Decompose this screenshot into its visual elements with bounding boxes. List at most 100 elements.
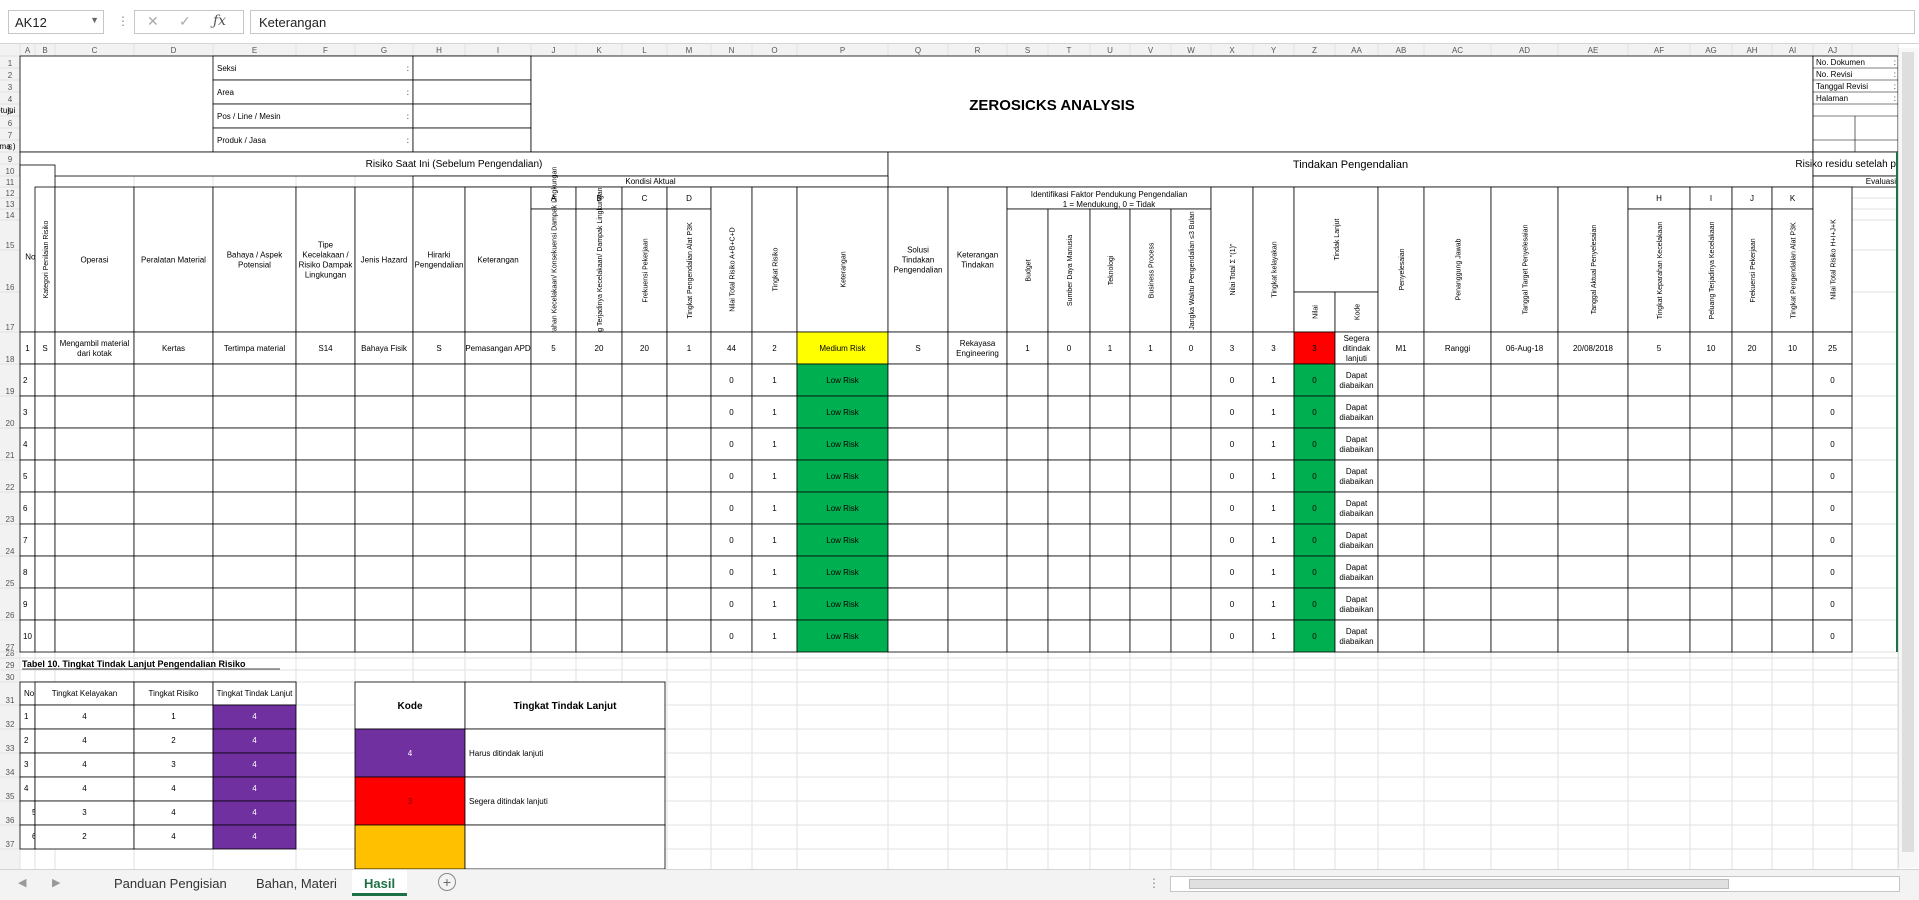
enter-icon[interactable]: ✓ <box>179 13 191 30</box>
row-empty <box>887 587 949 621</box>
row-header-17[interactable]: 17 <box>6 323 15 332</box>
add-sheet-icon[interactable]: + <box>438 873 456 891</box>
column-header-ae[interactable]: AE <box>1588 46 1599 55</box>
row-empty <box>1089 523 1131 557</box>
column-header-k[interactable]: K <box>596 46 602 55</box>
tab-hasil[interactable]: Hasil <box>352 870 408 896</box>
row-header-2[interactable]: 2 <box>8 71 13 80</box>
row-header-6[interactable]: 6 <box>8 119 13 128</box>
row-header-23[interactable]: 23 <box>6 515 15 524</box>
function-icon[interactable]: ƒx <box>213 13 226 29</box>
column-header-o[interactable]: O <box>771 46 777 55</box>
column-header-c[interactable]: C <box>92 46 98 55</box>
column-header-ab[interactable]: AB <box>1396 46 1407 55</box>
column-header-g[interactable]: G <box>381 46 387 55</box>
column-header-ah[interactable]: AH <box>1746 46 1757 55</box>
row-empty <box>54 619 135 653</box>
column-header-s[interactable]: S <box>1025 46 1030 55</box>
row-header-15[interactable]: 15 <box>6 241 15 250</box>
column-header-x[interactable]: X <box>1229 46 1235 55</box>
row-empty <box>1047 395 1091 429</box>
column-header-ai[interactable]: AI <box>1789 46 1797 55</box>
column-header-u[interactable]: U <box>1107 46 1113 55</box>
row-header-22[interactable]: 22 <box>6 483 15 492</box>
row-header-30[interactable]: 30 <box>6 673 15 682</box>
horizontal-scrollbar[interactable] <box>1170 876 1900 892</box>
row-header-34[interactable]: 34 <box>6 768 15 777</box>
row-header-37[interactable]: 37 <box>6 840 15 849</box>
column-header-h[interactable]: H <box>436 46 442 55</box>
row-header-33[interactable]: 33 <box>6 744 15 753</box>
row-header-12[interactable]: 12 <box>6 189 15 198</box>
column-header-i[interactable]: I <box>497 46 499 55</box>
next-sheet-icon[interactable]: ▶ <box>52 876 60 889</box>
column-header-e[interactable]: E <box>252 46 257 55</box>
row-header-26[interactable]: 26 <box>6 611 15 620</box>
sheet-grid[interactable]: A B C D E F G H I J K L M N O P Q R S T U V W X Y Z AA AB AC AD AE AF AG… <box>0 44 1919 869</box>
column-header-v[interactable]: V <box>1148 46 1154 55</box>
row-header-18[interactable]: 18 <box>6 355 15 364</box>
column-header-b[interactable]: B <box>42 46 47 55</box>
row-header-4[interactable]: 4 <box>8 95 13 104</box>
column-header-t[interactable]: T <box>1067 46 1072 55</box>
row-header-1[interactable]: 1 <box>8 59 13 68</box>
column-header-z[interactable]: Z <box>1312 46 1317 55</box>
splitter-icon[interactable]: ⋮ <box>1148 876 1160 890</box>
column-header-m[interactable]: M <box>686 46 693 55</box>
row-header-19[interactable]: 19 <box>6 387 15 396</box>
row-empty <box>295 523 356 557</box>
column-header-a[interactable]: A <box>25 46 31 55</box>
row-header-9[interactable]: 9 <box>8 155 13 164</box>
row-header-7[interactable]: 7 <box>8 131 13 140</box>
row-header-20[interactable]: 20 <box>6 419 15 428</box>
column-header-ad[interactable]: AD <box>1519 46 1530 55</box>
row-header-28[interactable]: 28 <box>6 649 15 658</box>
row-empty <box>1490 555 1559 589</box>
row-empty <box>354 363 414 397</box>
more-icon[interactable]: ⋮ <box>117 14 129 28</box>
row-header-29[interactable]: 29 <box>6 661 15 670</box>
vertical-scrollbar[interactable] <box>1898 48 1918 868</box>
column-header-q[interactable]: Q <box>915 46 921 55</box>
row-header-10[interactable]: 10 <box>6 167 15 176</box>
column-header-af[interactable]: AF <box>1654 46 1664 55</box>
scroll-thumb[interactable] <box>1902 52 1914 852</box>
scroll-thumb[interactable] <box>1189 879 1729 889</box>
row-header-13[interactable]: 13 <box>6 200 15 209</box>
column-header-p[interactable]: P <box>840 46 845 55</box>
row-header-35[interactable]: 35 <box>6 792 15 801</box>
column-header-f[interactable]: F <box>323 46 328 55</box>
tab-panduan[interactable]: Panduan Pengisian <box>102 870 239 896</box>
row-empty <box>666 459 712 493</box>
row-empty <box>1490 523 1559 557</box>
row-header-14[interactable]: 14 <box>6 211 15 220</box>
column-header-aj[interactable]: AJ <box>1828 46 1837 55</box>
column-header-w[interactable]: W <box>1187 46 1195 55</box>
column-header-j[interactable]: J <box>552 46 556 55</box>
row-header-31[interactable]: 31 <box>6 696 15 705</box>
row-header-3[interactable]: 3 <box>8 83 13 92</box>
column-header-r[interactable]: R <box>975 46 981 55</box>
prev-sheet-icon[interactable]: ◀ <box>18 876 26 889</box>
column-header-aa[interactable]: AA <box>1351 46 1362 55</box>
row-header-32[interactable]: 32 <box>6 720 15 729</box>
cancel-icon[interactable]: ✕ <box>147 13 159 30</box>
column-header-ag[interactable]: AG <box>1705 46 1717 55</box>
worksheet[interactable]: A B C D E F G H I J K L M N O P Q R S T U V W X Y Z AA AB AC AD AE AF AG… <box>0 44 1919 869</box>
row-header-36[interactable]: 36 <box>6 816 15 825</box>
chevron-down-icon[interactable]: ▼ <box>90 15 99 25</box>
column-header-l[interactable]: L <box>642 46 647 55</box>
column-header-d[interactable]: D <box>171 46 177 55</box>
column-header-ac[interactable]: AC <box>1452 46 1463 55</box>
row-header-25[interactable]: 25 <box>6 579 15 588</box>
column-header-y[interactable]: Y <box>1271 46 1277 55</box>
formula-input[interactable]: Keterangan <box>250 10 1915 34</box>
tab-bahan[interactable]: Bahan, Materi <box>244 870 349 896</box>
row-header-21[interactable]: 21 <box>6 451 15 460</box>
name-box[interactable]: AK12 ▼ <box>8 10 104 34</box>
row-header-11[interactable]: 11 <box>6 178 15 187</box>
row1-d-text: 1 <box>687 344 692 353</box>
column-header-n[interactable]: N <box>729 46 735 55</box>
row-header-16[interactable]: 16 <box>6 283 15 292</box>
row-header-24[interactable]: 24 <box>6 547 15 556</box>
